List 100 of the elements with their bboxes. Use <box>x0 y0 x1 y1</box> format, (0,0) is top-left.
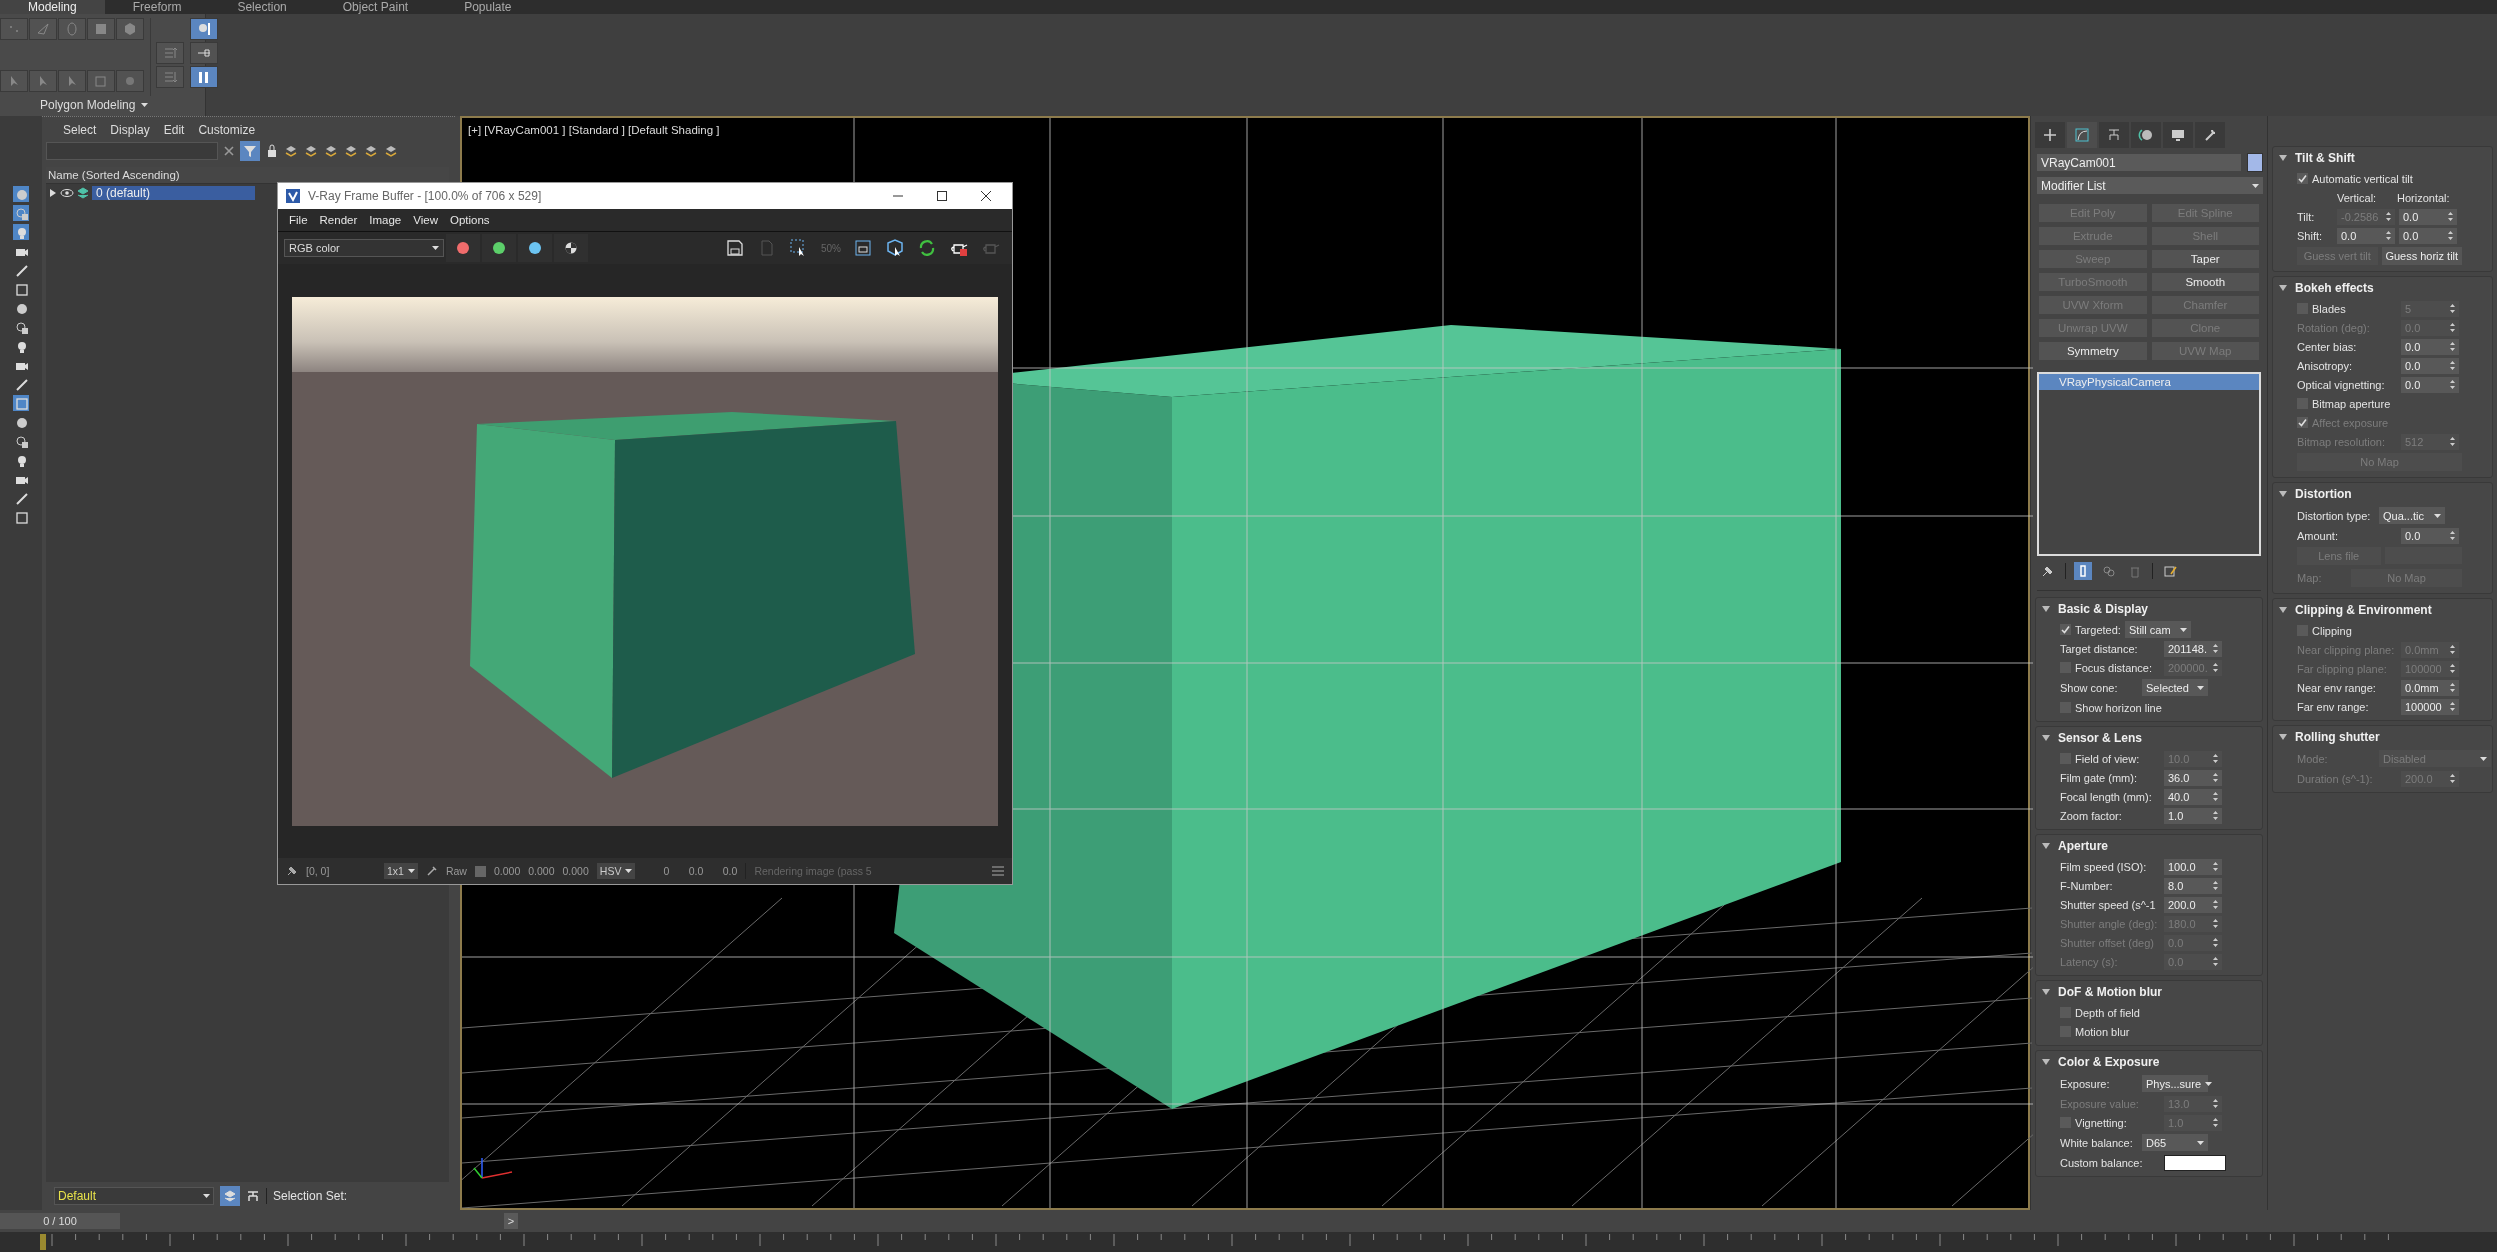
channel-button[interactable] <box>518 234 552 262</box>
spinner-field[interactable]: 40.0 <box>2164 788 2222 805</box>
log-icon[interactable] <box>992 866 1004 876</box>
command-panel-tab[interactable] <box>2131 122 2161 148</box>
caret-icon[interactable] <box>141 102 149 108</box>
ribbon-tab[interactable]: Selection <box>209 0 315 14</box>
rollout-title[interactable]: Basic & Display <box>2058 602 2149 616</box>
channel-dropdown[interactable]: RGB color <box>284 239 444 257</box>
ribbon-tool-button[interactable] <box>116 70 144 92</box>
spinner-field[interactable]: 0.0 <box>2401 357 2459 374</box>
color-mode-dropdown[interactable]: HSV <box>596 863 636 879</box>
spinner-field[interactable]: 100.0 <box>2164 858 2222 875</box>
menu-item[interactable]: Select <box>58 123 102 137</box>
rollout-title[interactable]: DoF & Motion blur <box>2058 985 2162 999</box>
layer-explorer-button[interactable] <box>220 1186 240 1206</box>
menu-item[interactable]: Display <box>105 123 155 137</box>
raw-checkbox[interactable] <box>474 865 486 877</box>
modifier-button[interactable]: Smooth <box>2151 273 2259 291</box>
dropdown[interactable]: Qua...tic <box>2379 507 2445 524</box>
time-slider[interactable]: 0 / 100 <box>0 1213 120 1229</box>
spinner-field[interactable]: 201148. <box>2164 640 2222 657</box>
collapse-triangle-icon[interactable] <box>2042 843 2050 849</box>
dropdown[interactable]: Still cam <box>2125 621 2191 638</box>
spinner-field[interactable]: 100000 <box>2401 698 2459 715</box>
lock-icon[interactable] <box>266 144 278 158</box>
rollout-title[interactable]: Aperture <box>2058 839 2108 853</box>
spinner-field[interactable]: 8.0 <box>2164 877 2222 894</box>
spinner-field[interactable]: 36.0 <box>2164 769 2222 786</box>
spinner-field[interactable]: 0.0mm <box>2401 679 2459 696</box>
modifier-list-dropdown[interactable]: Modifier List <box>2037 177 2263 194</box>
collapse-triangle-icon[interactable] <box>2279 734 2287 740</box>
checkbox[interactable] <box>2060 624 2071 635</box>
collapse-triangle-icon[interactable] <box>2279 491 2287 497</box>
stack-item[interactable]: VRayPhysicalCamera <box>2039 374 2259 390</box>
collapse-triangle-icon[interactable] <box>2279 155 2287 161</box>
eye-icon[interactable] <box>60 188 74 198</box>
channel-button[interactable] <box>446 234 480 262</box>
zoom-dropdown[interactable]: 1x1 <box>384 863 418 879</box>
spinner-field[interactable]: 0.0 <box>2399 227 2457 244</box>
rollout-button[interactable]: Guess horiz tilt <box>2381 247 2462 265</box>
tool-button[interactable] <box>13 319 29 335</box>
command-panel-tab[interactable] <box>2067 122 2097 148</box>
ribbon-tab[interactable]: Modeling <box>0 0 105 14</box>
dropdown[interactable]: D65 <box>2142 1134 2208 1151</box>
object-color-swatch[interactable] <box>2247 153 2263 172</box>
panel-label[interactable]: Polygon Modeling <box>40 98 136 112</box>
checkbox[interactable] <box>2297 173 2308 184</box>
ribbon-tab[interactable]: Populate <box>436 0 540 14</box>
ribbon-tab[interactable]: Freeform <box>104 0 210 14</box>
close-icon[interactable] <box>224 146 234 156</box>
spinner-field[interactable]: 0.0 <box>2401 338 2459 355</box>
layer-row[interactable]: 0 (default) <box>92 186 255 200</box>
layer-dropdown[interactable]: Default <box>54 1187 214 1205</box>
channel-button[interactable] <box>482 234 516 262</box>
rollout-title[interactable]: Bokeh effects <box>2295 281 2374 295</box>
command-panel-tab[interactable] <box>2035 122 2065 148</box>
spinner-field[interactable]: 1.0 <box>2164 807 2222 824</box>
ribbon-tab[interactable]: Object Paint <box>314 0 437 14</box>
color-swatch[interactable] <box>2164 1154 2226 1171</box>
ribbon-toggle-button[interactable] <box>190 42 218 64</box>
ribbon-tool-button[interactable] <box>29 70 57 92</box>
command-panel-tab[interactable] <box>2099 122 2129 148</box>
collapse-triangle-icon[interactable] <box>2042 1059 2050 1065</box>
collapse-triangle-icon[interactable] <box>2279 285 2287 291</box>
expand-triangle-icon[interactable] <box>49 189 57 197</box>
ribbon-toggle-button[interactable] <box>190 66 218 88</box>
column-header[interactable]: Name (Sorted Ascending) <box>46 167 449 184</box>
spinner-field[interactable]: 0.0 <box>2399 208 2457 225</box>
rollout-title[interactable]: Tilt & Shift <box>2295 151 2355 165</box>
viewport-label[interactable]: [+] [VRayCam001 ] [Standard ] [Default Shading ] <box>468 124 720 136</box>
modifier-button[interactable]: Symmetry <box>2039 342 2147 360</box>
object-name-field[interactable]: VRayCam001 <box>2037 154 2241 171</box>
tool-button[interactable] <box>13 433 29 449</box>
ribbon-tool-button[interactable] <box>58 18 86 40</box>
collapse-triangle-icon[interactable] <box>2042 989 2050 995</box>
rollout-title[interactable]: Distortion <box>2295 487 2352 501</box>
spinner-field[interactable]: 0.0 <box>2401 376 2459 393</box>
spinner-field[interactable]: 200.0 <box>2164 896 2222 913</box>
command-panel-tab[interactable] <box>2195 122 2225 148</box>
command-panel-tab[interactable] <box>2163 122 2193 148</box>
ribbon-tool-button[interactable] <box>87 18 115 40</box>
stack-tool-button[interactable] <box>2074 562 2092 580</box>
tool-button[interactable] <box>13 509 29 525</box>
dropdown[interactable]: Selected <box>2142 679 2208 696</box>
collapse-triangle-icon[interactable] <box>2042 735 2050 741</box>
menu-item[interactable]: Image <box>364 214 407 226</box>
collapse-triangle-icon[interactable] <box>2279 607 2287 613</box>
menu-item[interactable]: Render <box>314 214 363 226</box>
rollout-title[interactable]: Color & Exposure <box>2058 1055 2160 1069</box>
ribbon-tool-button[interactable] <box>29 18 57 40</box>
modifier-button[interactable]: Taper <box>2151 250 2259 268</box>
tool-button[interactable] <box>13 281 29 297</box>
spinner-field[interactable]: 0.0 <box>2337 227 2395 244</box>
rollout-title[interactable]: Rolling shutter <box>2295 730 2380 744</box>
menu-item[interactable]: Customize <box>193 123 261 137</box>
rollout-title[interactable]: Sensor & Lens <box>2058 731 2143 745</box>
layers-icon[interactable] <box>344 144 358 158</box>
menu-item[interactable]: View <box>408 214 443 226</box>
mono-button[interactable] <box>554 234 588 262</box>
next-frame-button[interactable]: > <box>504 1213 518 1229</box>
